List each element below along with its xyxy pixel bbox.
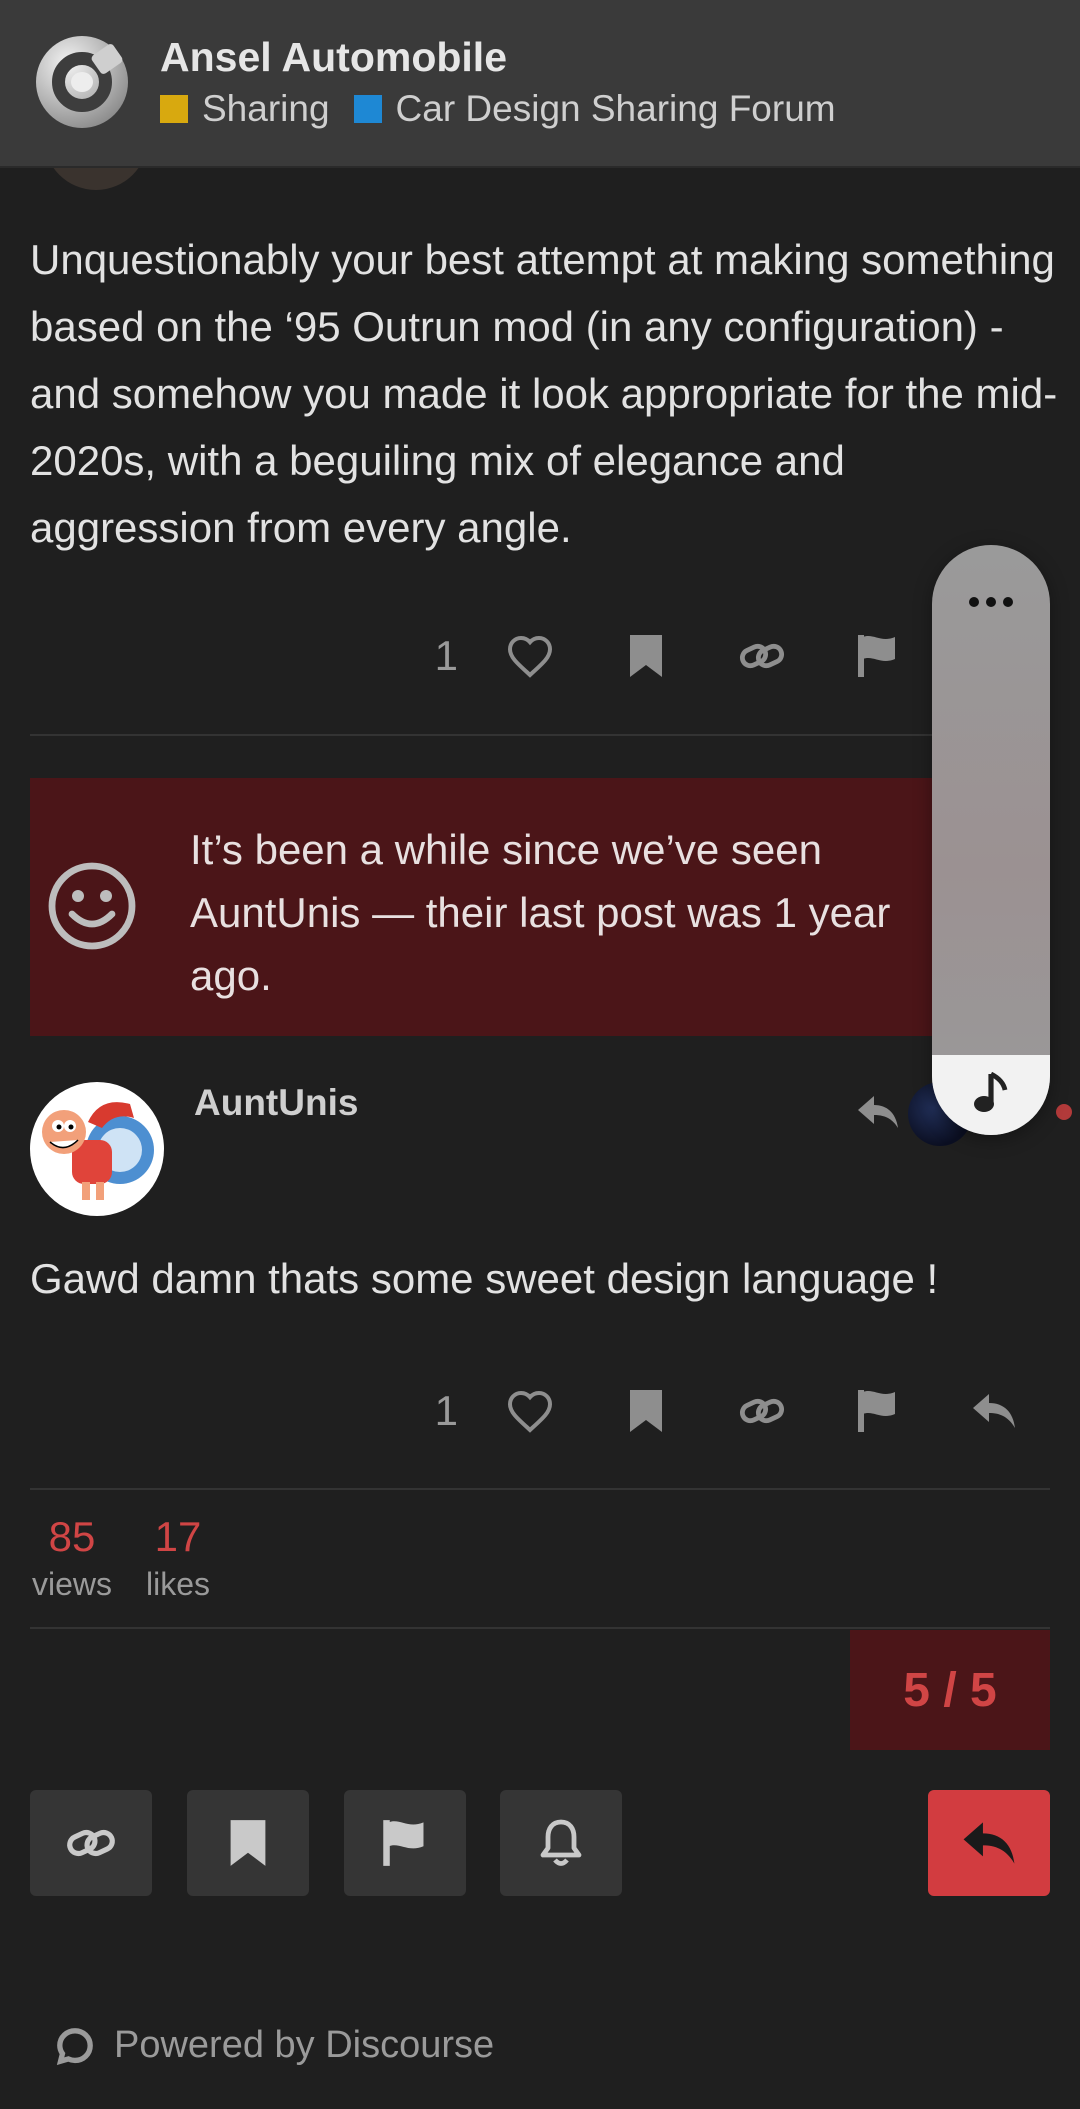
reply-to-icon[interactable] bbox=[856, 1094, 900, 1130]
reply-icon bbox=[961, 1820, 1017, 1866]
reply-icon[interactable] bbox=[936, 1381, 1052, 1441]
smile-icon bbox=[46, 860, 138, 952]
post-body: Unquestionably your best attempt at maki… bbox=[30, 236, 1058, 551]
flag-icon[interactable] bbox=[820, 1381, 936, 1441]
returning-user-notice: It’s been a while since we’ve seen AuntU… bbox=[30, 778, 1050, 1036]
like-icon[interactable] bbox=[472, 1381, 588, 1441]
post-body: Gawd damn thats some sweet design langua… bbox=[30, 1255, 939, 1302]
likes-label: likes bbox=[146, 1566, 211, 1602]
like-icon[interactable] bbox=[472, 626, 588, 686]
post-author-name[interactable]: AuntUnis bbox=[194, 1082, 358, 1124]
link-icon bbox=[65, 1823, 117, 1863]
powered-by-text: Powered by Discourse bbox=[114, 2024, 495, 2066]
subcategory-color-swatch bbox=[353, 95, 382, 123]
unread-dot bbox=[1056, 1104, 1072, 1120]
like-count[interactable]: 1 bbox=[418, 1387, 458, 1435]
breadcrumb-sharing[interactable]: Sharing bbox=[202, 88, 330, 130]
breadcrumb: Sharing Car Design Sharing Forum bbox=[160, 88, 860, 130]
bookmark-topic-button[interactable] bbox=[187, 1790, 309, 1896]
site-logo[interactable] bbox=[36, 36, 128, 128]
notifications-button[interactable] bbox=[500, 1790, 622, 1896]
reply-button[interactable] bbox=[928, 1790, 1050, 1896]
topic-stats: 85 views 17 likes bbox=[32, 1512, 244, 1606]
powered-by-discourse[interactable]: Powered by Discourse bbox=[56, 2024, 494, 2067]
category-color-swatch bbox=[160, 95, 188, 123]
topic-progress[interactable]: 5 / 5 bbox=[850, 1630, 1050, 1750]
share-topic-button[interactable] bbox=[30, 1790, 152, 1896]
flag-icon bbox=[382, 1818, 428, 1868]
views-stat: 85 views bbox=[32, 1512, 112, 1606]
topic-map-divider-bottom bbox=[30, 1627, 1050, 1629]
site-title[interactable]: Ansel Automobile bbox=[160, 34, 507, 81]
post-divider bbox=[30, 734, 1050, 736]
bell-icon bbox=[539, 1818, 583, 1868]
breadcrumb-car-design-sharing-forum[interactable]: Car Design Sharing Forum bbox=[396, 88, 836, 130]
views-label: views bbox=[32, 1566, 113, 1602]
floating-control-pill[interactable] bbox=[932, 545, 1050, 1135]
likes-count: 17 bbox=[154, 1513, 202, 1560]
more-options-icon[interactable] bbox=[966, 595, 1016, 609]
link-icon[interactable] bbox=[704, 626, 820, 686]
discourse-icon bbox=[56, 2027, 94, 2065]
post-actions: 1 bbox=[418, 1381, 1052, 1441]
post-actions: 1 bbox=[418, 626, 936, 686]
bookmark-icon[interactable] bbox=[588, 626, 704, 686]
likes-stat: 17 likes bbox=[146, 1512, 210, 1606]
flag-icon[interactable] bbox=[820, 626, 936, 686]
views-count: 85 bbox=[48, 1513, 96, 1560]
site-header: Ansel Automobile Sharing Car Design Shar… bbox=[0, 0, 1080, 168]
notice-text: It’s been a while since we’ve seen AuntU… bbox=[190, 826, 891, 999]
flag-topic-button[interactable] bbox=[344, 1790, 466, 1896]
topic-map-divider-top bbox=[30, 1488, 1050, 1490]
bookmark-icon bbox=[228, 1818, 268, 1868]
link-icon[interactable] bbox=[704, 1381, 820, 1441]
like-count[interactable]: 1 bbox=[418, 632, 458, 680]
bookmark-icon[interactable] bbox=[588, 1381, 704, 1441]
avatar[interactable] bbox=[30, 1082, 164, 1216]
